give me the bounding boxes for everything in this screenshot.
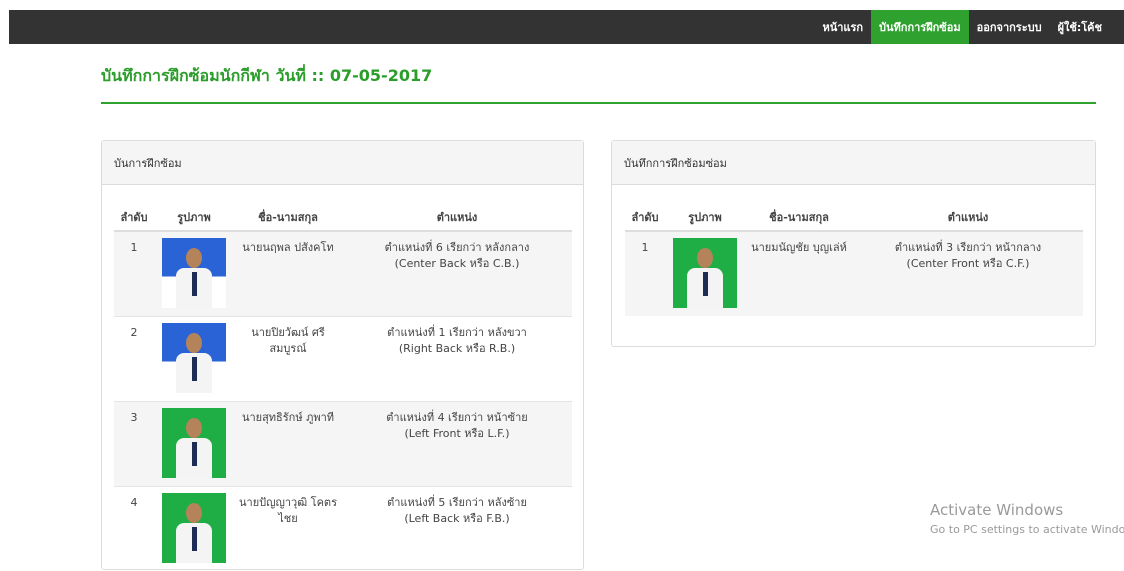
athlete-name: นายสุทธิรักษ์ ภูพาที	[234, 400, 342, 486]
row-number: 1	[625, 230, 665, 316]
position-line: (Right Back หรือ R.B.)	[398, 341, 516, 355]
photo-cell	[154, 485, 234, 571]
nav-menu: หน้าแรก บันทึกการฝึกซ้อม ออกจากระบบ ผู้ใ…	[814, 10, 1110, 44]
photo-cell	[154, 230, 234, 316]
makeup-training-panel: บันทึกการฝึกซ้อมซ่อม ลำดับ รูปภาพ ชื่อ-น…	[611, 140, 1096, 347]
photo-cell	[665, 230, 745, 316]
position-line: (Center Front หรือ C.F.)	[906, 257, 1030, 270]
athlete-name: นายปัญญาวุฒิ โคตรไชย	[234, 485, 342, 571]
row-number: 3	[114, 400, 154, 486]
photo-cell	[154, 400, 234, 486]
training-table: ลำดับ รูปภาพ ชื่อ-นามสกุล ตำแหน่ง 1 นายน…	[114, 203, 572, 571]
col-header-no: ลำดับ	[625, 203, 665, 232]
title-divider	[101, 102, 1096, 104]
athlete-position: ตำแหน่งที่ 6 เรียกว่า หลังกลาง (Center B…	[342, 230, 572, 316]
athlete-name: นายนฤพล ปสังคโท	[234, 230, 342, 316]
athlete-position: ตำแหน่งที่ 3 เรียกว่า หน้ากลาง (Center F…	[853, 230, 1083, 316]
table-row: 1 นายนฤพล ปสังคโท ตำแหน่งที่ 6 เรียกว่า …	[114, 230, 572, 316]
table-header-row: ลำดับ รูปภาพ ชื่อ-นามสกุล ตำแหน่ง	[114, 203, 572, 232]
col-header-position: ตำแหน่ง	[853, 203, 1083, 232]
athlete-position: ตำแหน่งที่ 1 เรียกว่า หลังขวา (Right Bac…	[342, 315, 572, 401]
table-row: 2 นายปิยวัฒน์ ศรีสมบูรณ์ ตำแหน่งที่ 1 เร…	[114, 315, 572, 401]
athlete-photo	[673, 238, 737, 308]
makeup-training-table: ลำดับ รูปภาพ ชื่อ-นามสกุล ตำแหน่ง 1 นายม…	[625, 203, 1083, 316]
page-title: บันทึกการฝึกซ้อมนักกีฬา วันที่ :: 07-05-…	[101, 66, 433, 85]
nav-home[interactable]: หน้าแรก	[814, 10, 871, 44]
athlete-photo	[162, 238, 226, 308]
col-header-name: ชื่อ-นามสกุล	[745, 203, 853, 232]
athlete-name: นายปิยวัฒน์ ศรีสมบูรณ์	[234, 315, 342, 401]
nav-logout[interactable]: ออกจากระบบ	[969, 10, 1050, 44]
athlete-photo	[162, 407, 226, 478]
row-number: 4	[114, 485, 154, 571]
col-header-photo: รูปภาพ	[665, 203, 745, 232]
col-header-no: ลำดับ	[114, 203, 154, 232]
nav-user[interactable]: ผู้ใช้:โค้ช	[1050, 10, 1110, 44]
col-header-position: ตำแหน่ง	[342, 203, 572, 232]
athlete-photo	[162, 322, 226, 393]
athlete-position: ตำแหน่งที่ 5 เรียกว่า หลังซ้าย (Left Bac…	[342, 485, 572, 571]
athlete-name: นายมนัญชัย บุญเล่ห์	[745, 230, 853, 316]
row-number: 2	[114, 315, 154, 401]
position-line: (Left Back หรือ F.B.)	[404, 511, 510, 525]
athlete-position: ตำแหน่งที่ 4 เรียกว่า หน้าซ้าย (Left Fro…	[342, 400, 572, 486]
position-line: ตำแหน่งที่ 1 เรียกว่า หลังขวา	[387, 325, 527, 339]
position-line: ตำแหน่งที่ 5 เรียกว่า หลังซ้าย	[387, 495, 527, 509]
activate-windows-title: Activate Windows	[930, 501, 1064, 519]
position-line: (Left Front หรือ L.F.)	[404, 426, 510, 440]
table-header-row: ลำดับ รูปภาพ ชื่อ-นามสกุล ตำแหน่ง	[625, 203, 1083, 232]
table-row: 3 นายสุทธิรักษ์ ภูพาที ตำแหน่งที่ 4 เรีย…	[114, 400, 572, 486]
makeup-panel-heading: บันทึกการฝึกซ้อมซ่อม	[612, 141, 1095, 185]
training-panel: บันการฝึกซ้อม ลำดับ รูปภาพ ชื่อ-นามสกุล …	[101, 140, 584, 571]
table-row: 4 นายปัญญาวุฒิ โคตรไชย ตำแหน่งที่ 5 เรีย…	[114, 485, 572, 571]
position-line: (Center Back หรือ C.B.)	[394, 257, 520, 270]
top-navbar: หน้าแรก บันทึกการฝึกซ้อม ออกจากระบบ ผู้ใ…	[9, 10, 1124, 44]
nav-training-record[interactable]: บันทึกการฝึกซ้อม	[871, 10, 969, 44]
position-line: ตำแหน่งที่ 4 เรียกว่า หน้าซ้าย	[386, 410, 528, 424]
training-panel-heading: บันการฝึกซ้อม	[102, 141, 583, 185]
row-number: 1	[114, 230, 154, 316]
table-row: 1 นายมนัญชัย บุญเล่ห์ ตำแหน่งที่ 3 เรียก…	[625, 230, 1083, 316]
position-line: ตำแหน่งที่ 3 เรียกว่า หน้ากลาง	[894, 241, 1042, 254]
activate-windows-subtitle: Go to PC settings to activate Windows.	[930, 523, 1124, 536]
athlete-photo	[162, 492, 226, 563]
position-line: ตำแหน่งที่ 6 เรียกว่า หลังกลาง	[384, 241, 530, 254]
photo-cell	[154, 315, 234, 401]
col-header-photo: รูปภาพ	[154, 203, 234, 232]
col-header-name: ชื่อ-นามสกุล	[234, 203, 342, 232]
